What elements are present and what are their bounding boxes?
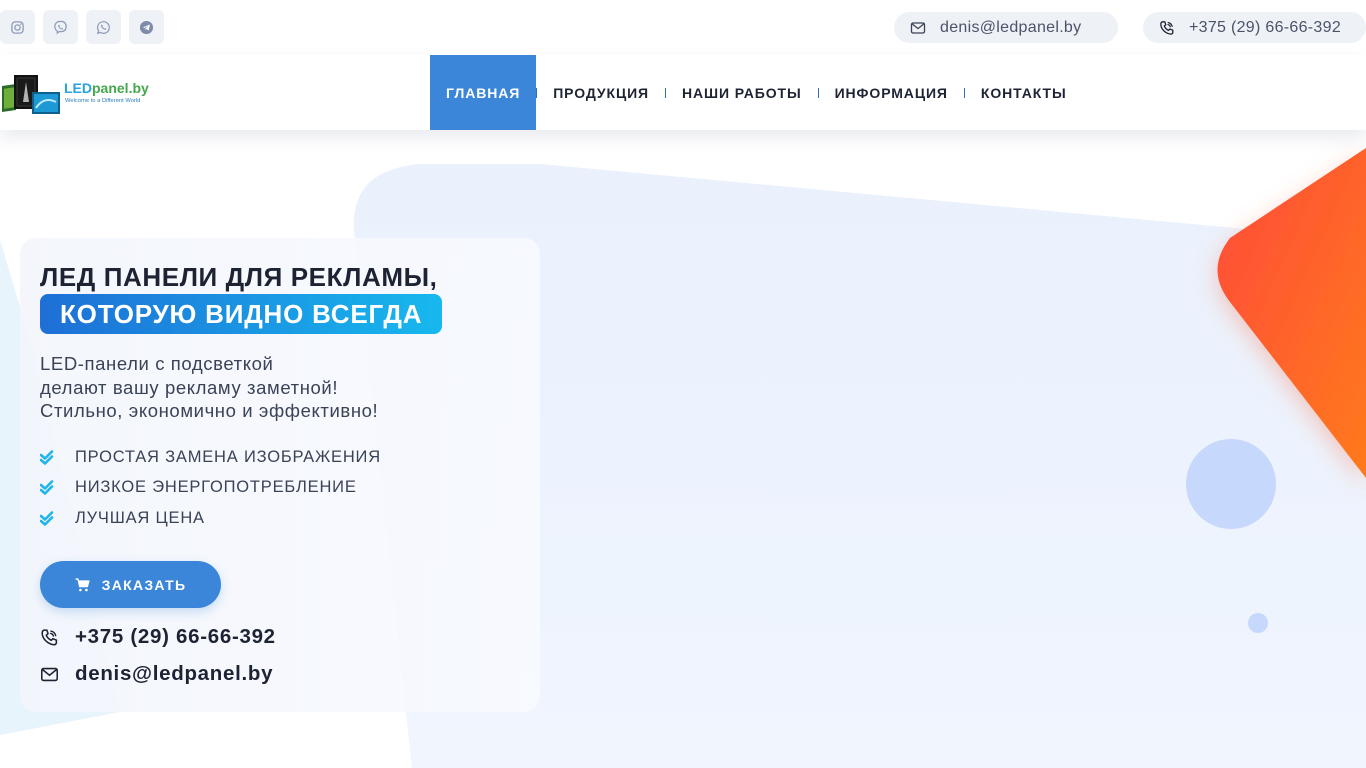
instagram-icon	[11, 20, 24, 34]
nav-home[interactable]: ГЛАВНАЯ	[430, 55, 537, 130]
hero-email-text: denis@ledpanel.by	[75, 662, 274, 685]
hero-description-line: LED-панели с подсветкой	[40, 353, 274, 374]
double-check-icon	[40, 480, 54, 496]
phone-icon	[41, 628, 58, 646]
topbar-email[interactable]: denis@ledpanel.by	[894, 12, 1118, 43]
envelope-icon	[910, 21, 926, 34]
main-nav: ГЛАВНАЯ ПРОДУКЦИЯ НАШИ РАБОТЫ ИНФОРМАЦИЯ…	[430, 55, 1083, 130]
logo-image: LEDpanel.by Welcome to a Different World	[2, 75, 149, 114]
hero-email[interactable]: denis@ledpanel.by	[40, 662, 273, 686]
order-button-label: ЗАКАЗАТЬ	[101, 576, 187, 593]
nav-contacts[interactable]: КОНТАКТЫ	[965, 55, 1083, 130]
svg-text:Welcome to a Different World: Welcome to a Different World	[65, 98, 140, 104]
feature-label: НИЗКОЕ ЭНЕРГОПОТРЕБЛЕНИЕ	[75, 478, 357, 497]
topbar-phone[interactable]: +375 (29) 66-66-392	[1143, 12, 1366, 43]
top-bar: denis@ledpanel.by +375 (29) 66-66-392	[0, 0, 1366, 55]
hero-title-highlight: КОТОРУЮ ВИДНО ВСЕГДА	[40, 294, 443, 334]
hero-phone-text: +375 (29) 66-66-392	[75, 625, 276, 648]
svg-text:LEDpanel.by: LEDpanel.by	[64, 80, 149, 96]
hero-phone[interactable]: +375 (29) 66-66-392	[40, 625, 276, 649]
nav-products[interactable]: ПРОДУКЦИЯ	[537, 55, 665, 130]
hero-description-line: делают вашу рекламу заметной!	[40, 376, 339, 398]
hero-description-line: Стильно, экономично и эффективно!	[40, 400, 379, 421]
site-logo[interactable]: LEDpanel.by Welcome to a Different World	[2, 74, 152, 116]
cart-icon	[75, 577, 90, 591]
double-check-icon	[40, 449, 54, 465]
nav-information[interactable]: ИНФОРМАЦИЯ	[819, 55, 964, 130]
site-header: LEDpanel.by Welcome to a Different World…	[0, 55, 1366, 130]
whatsapp-icon	[96, 20, 110, 34]
order-button[interactable]: ЗАКАЗАТЬ	[40, 561, 221, 608]
nav-our-works[interactable]: НАШИ РАБОТЫ	[666, 55, 818, 130]
viber-button[interactable]	[43, 10, 78, 44]
topbar-email-text: denis@ledpanel.by	[940, 18, 1082, 36]
hero-title: ЛЕД ПАНЕЛИ ДЛЯ РЕКЛАМЫ,	[40, 262, 438, 292]
envelope-icon	[41, 667, 58, 681]
feature-item: НИЗКОЕ ЭНЕРГОПОТРЕБЛЕНИЕ	[40, 473, 381, 504]
hero-description: LED-панели с подсветкой делают вашу рекл…	[40, 352, 378, 423]
double-check-icon	[40, 510, 54, 526]
topbar-phone-text: +375 (29) 66-66-392	[1189, 18, 1342, 36]
feature-label: ЛУЧШАЯ ЦЕНА	[75, 508, 205, 527]
instagram-button[interactable]	[0, 10, 35, 44]
telegram-icon	[139, 20, 154, 34]
feature-label: ПРОСТАЯ ЗАМЕНА ИЗОБРАЖЕНИЯ	[75, 447, 381, 466]
whatsapp-button[interactable]	[86, 10, 121, 44]
telegram-button[interactable]	[129, 10, 164, 44]
phone-icon	[1160, 20, 1174, 35]
feature-item: ПРОСТАЯ ЗАМЕНА ИЗОБРАЖЕНИЯ	[40, 442, 381, 473]
viber-icon	[54, 20, 67, 34]
feature-item: ЛУЧШАЯ ЦЕНА	[40, 503, 381, 534]
feature-list: ПРОСТАЯ ЗАМЕНА ИЗОБРАЖЕНИЯ НИЗКОЕ ЭНЕРГО…	[40, 442, 381, 534]
